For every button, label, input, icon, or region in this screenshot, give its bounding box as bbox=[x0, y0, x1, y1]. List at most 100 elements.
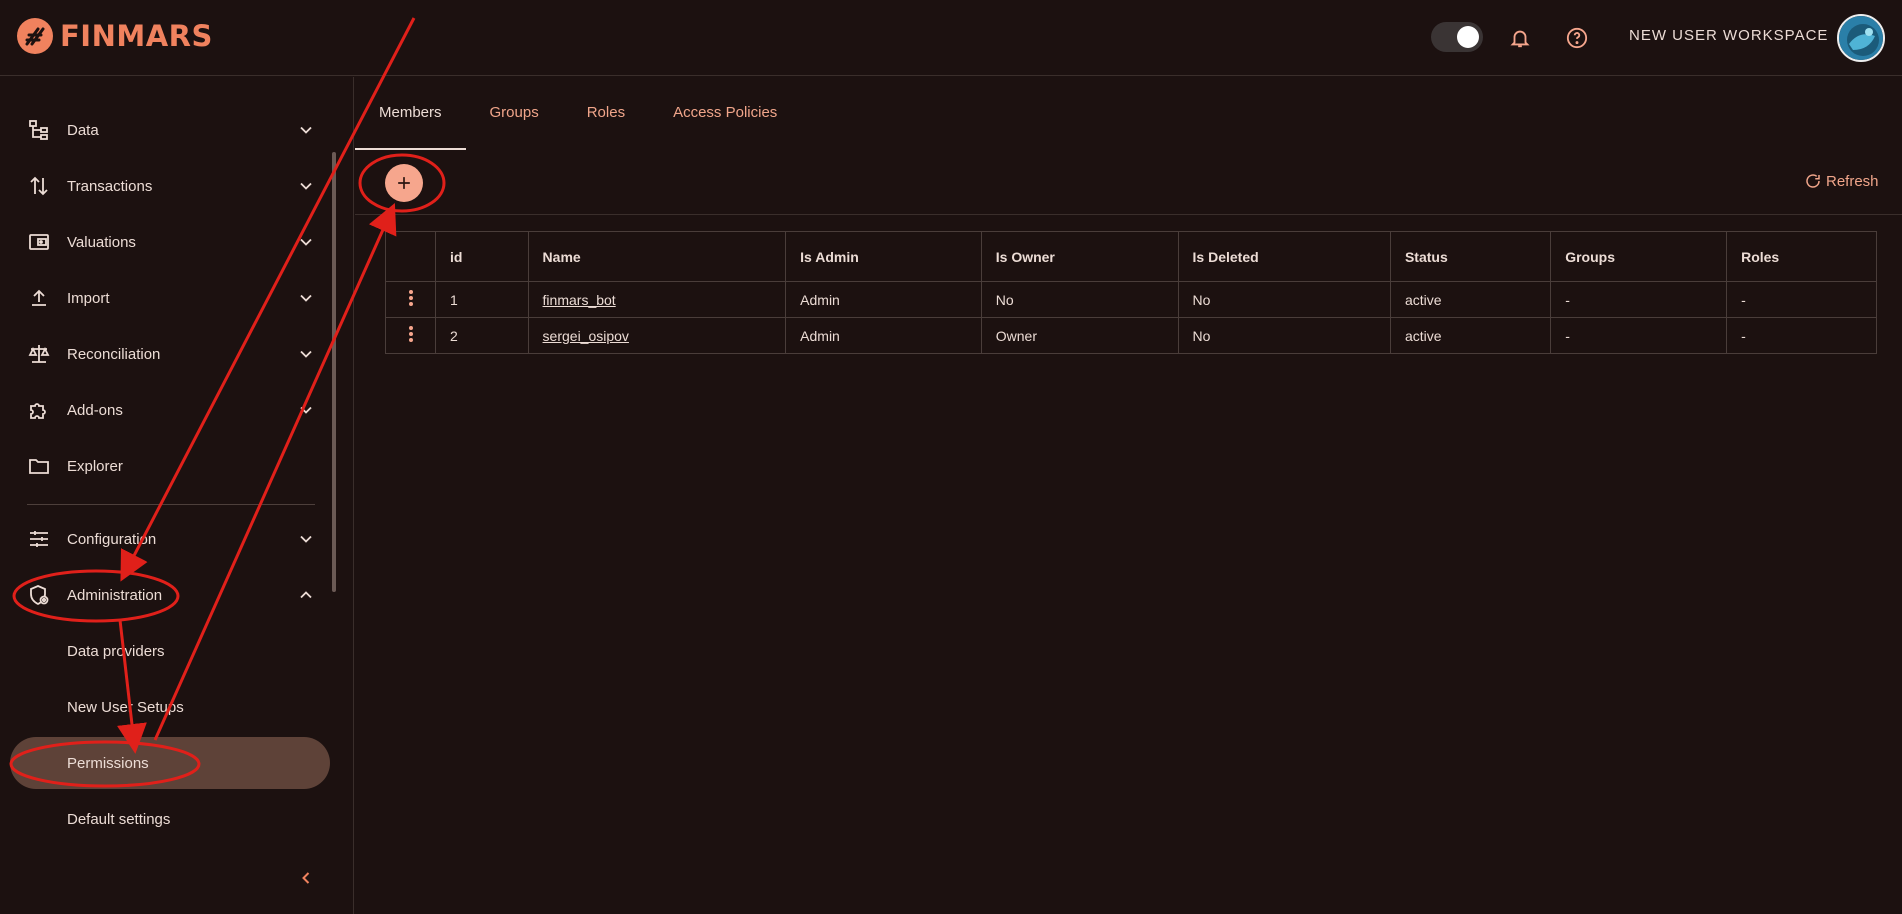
column-header-groups[interactable]: Groups bbox=[1550, 231, 1728, 282]
chevron-down-icon bbox=[300, 294, 312, 302]
cell-is-deleted: No bbox=[1177, 317, 1391, 354]
sidebar-item-valuations[interactable]: Valuations bbox=[10, 216, 330, 268]
logo[interactable]: FINMARS bbox=[16, 17, 213, 55]
permissions-tabs: Members Groups Roles Access Policies bbox=[355, 90, 801, 150]
cell-status: active bbox=[1389, 281, 1552, 318]
chevron-down-icon bbox=[300, 350, 312, 358]
scale-icon bbox=[28, 345, 50, 363]
refresh-label: Refresh bbox=[1826, 172, 1879, 190]
sidebar-item-configuration[interactable]: Configuration bbox=[10, 513, 330, 565]
column-header-roles[interactable]: Roles bbox=[1726, 231, 1877, 282]
chevron-up-icon bbox=[300, 591, 312, 599]
cell-roles: - bbox=[1726, 317, 1877, 354]
collapse-sidebar-chevron-left-icon[interactable] bbox=[296, 868, 316, 888]
cell-id: 2 bbox=[435, 317, 529, 354]
column-header-name[interactable]: Name bbox=[527, 231, 787, 282]
workspace-selector[interactable]: NEW USER WORKSPACE bbox=[1629, 27, 1828, 44]
column-header-status[interactable]: Status bbox=[1389, 231, 1552, 282]
table-row: 1 finmars_bot Admin No No active - - bbox=[385, 281, 1877, 318]
sidebar-divider bbox=[27, 504, 315, 505]
data-tree-icon bbox=[29, 120, 48, 140]
cell-name: finmars_bot bbox=[527, 281, 787, 318]
cell-roles: - bbox=[1726, 281, 1877, 318]
cell-is-admin: Admin bbox=[785, 281, 982, 318]
cell-groups: - bbox=[1550, 281, 1728, 318]
plus-icon bbox=[398, 177, 410, 189]
finmars-logo-icon bbox=[17, 18, 53, 54]
member-name-link[interactable]: finmars_bot bbox=[543, 292, 616, 308]
puzzle-icon bbox=[30, 403, 46, 419]
sliders-icon bbox=[30, 531, 48, 547]
cell-name: sergei_osipov bbox=[527, 317, 787, 354]
sidebar-item-label: Add-ons bbox=[67, 401, 123, 419]
sidebar-item-administration[interactable]: Administration bbox=[10, 569, 330, 621]
refresh-icon bbox=[1806, 174, 1820, 188]
sidebar-item-label: Reconciliation bbox=[67, 345, 161, 363]
cell-is-owner: Owner bbox=[980, 317, 1179, 354]
member-name-link[interactable]: sergei_osipov bbox=[543, 328, 629, 344]
sidebar-item-reconciliation[interactable]: Reconciliation bbox=[10, 328, 330, 380]
sidebar-item-label: Configuration bbox=[67, 530, 157, 548]
cell-id: 1 bbox=[435, 281, 529, 318]
shield-gear-icon bbox=[30, 585, 49, 606]
members-table: id Name Is Admin Is Owner Is Deleted Sta… bbox=[385, 231, 1877, 354]
cell-is-deleted: No bbox=[1177, 281, 1391, 318]
theme-toggle[interactable] bbox=[1431, 22, 1483, 52]
toggle-knob bbox=[1457, 26, 1479, 48]
help-icon[interactable] bbox=[1563, 24, 1591, 52]
more-vertical-icon bbox=[408, 290, 413, 306]
sidebar-item-label: Administration bbox=[67, 586, 163, 604]
sidebar-item-label: Data bbox=[67, 121, 99, 139]
cell-is-owner: No bbox=[980, 281, 1179, 318]
add-member-button[interactable] bbox=[385, 164, 423, 202]
transfer-arrows-icon bbox=[30, 176, 48, 196]
sidebar-item-explorer[interactable]: Explorer bbox=[10, 440, 330, 492]
sidebar-subitem-label: New User Setups bbox=[67, 698, 184, 716]
column-header-is-admin[interactable]: Is Admin bbox=[785, 231, 982, 282]
tab-roles[interactable]: Roles bbox=[563, 90, 649, 150]
sidebar-scrollbar[interactable] bbox=[332, 152, 336, 592]
sidebar-item-label: Valuations bbox=[67, 233, 136, 251]
chevron-down-icon bbox=[300, 238, 312, 246]
user-avatar[interactable] bbox=[1837, 14, 1885, 62]
sidebar-item-label: Explorer bbox=[67, 457, 123, 475]
tab-members[interactable]: Members bbox=[355, 90, 466, 150]
cell-is-admin: Admin bbox=[785, 317, 982, 354]
sidebar-subitem-default-settings[interactable]: Default settings bbox=[10, 793, 330, 845]
sidebar-item-label: Transactions bbox=[67, 177, 153, 195]
cell-status: active bbox=[1389, 317, 1552, 354]
chevron-down-icon bbox=[300, 126, 312, 134]
sidebar-subitem-data-providers[interactable]: Data providers bbox=[10, 625, 330, 677]
tab-groups[interactable]: Groups bbox=[466, 90, 563, 150]
column-header-id[interactable]: id bbox=[435, 231, 529, 282]
column-header-actions bbox=[385, 231, 436, 282]
toolbar-divider bbox=[355, 214, 1902, 215]
sidebar-item-import[interactable]: Import bbox=[10, 272, 330, 324]
chevron-down-icon bbox=[300, 182, 312, 190]
refresh-button[interactable]: Refresh bbox=[1804, 172, 1879, 190]
more-vertical-icon bbox=[408, 326, 413, 342]
sidebar-item-transactions[interactable]: Transactions bbox=[10, 160, 330, 212]
sidebar-subitem-new-user-setups[interactable]: New User Setups bbox=[10, 681, 330, 733]
column-header-is-deleted[interactable]: Is Deleted bbox=[1177, 231, 1391, 282]
chevron-down-icon bbox=[300, 406, 312, 414]
chevron-down-icon bbox=[300, 535, 312, 543]
row-menu-button[interactable] bbox=[385, 317, 436, 354]
notifications-bell-icon[interactable] bbox=[1506, 24, 1534, 52]
sidebar-subitem-label: Data providers bbox=[67, 642, 165, 660]
table-row: 2 sergei_osipov Admin Owner No active - … bbox=[385, 317, 1877, 354]
sidebar-item-label: Import bbox=[67, 289, 110, 307]
sidebar-item-add-ons[interactable]: Add-ons bbox=[10, 384, 330, 436]
cell-groups: - bbox=[1550, 317, 1728, 354]
wallet-icon bbox=[29, 234, 49, 250]
tab-access-policies[interactable]: Access Policies bbox=[649, 90, 801, 150]
column-header-is-owner[interactable]: Is Owner bbox=[980, 231, 1179, 282]
upload-icon bbox=[32, 289, 46, 306]
sidebar-subitem-label: Default settings bbox=[67, 810, 171, 828]
logo-text: FINMARS bbox=[60, 19, 213, 53]
sidebar: Data Transactions Valuations Import Reco… bbox=[0, 77, 354, 914]
row-menu-button[interactable] bbox=[385, 281, 436, 318]
sidebar-subitem-permissions[interactable]: Permissions bbox=[10, 737, 330, 789]
sidebar-item-data[interactable]: Data bbox=[10, 104, 330, 156]
app-header: FINMARS NEW USER WORKSPACE bbox=[0, 0, 1902, 76]
